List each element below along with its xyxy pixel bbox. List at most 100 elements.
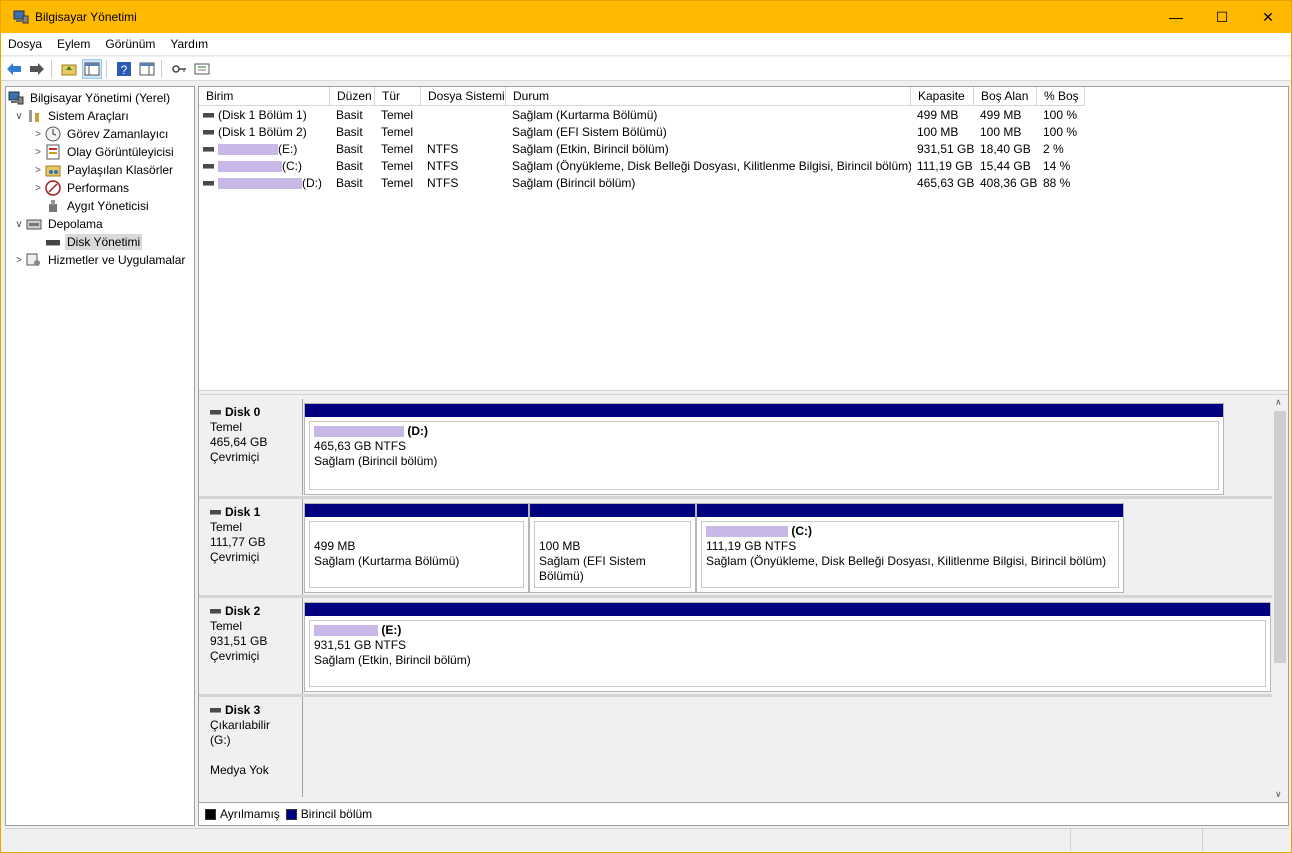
tree-label: Performans [67,181,130,195]
chevron-down-icon[interactable]: ∨ [12,111,26,122]
window-title: Bilgisayar Yönetimi [35,10,137,24]
tree-label: Görev Zamanlayıcı [67,127,169,141]
partition-recovery[interactable]: 499 MB Sağlam (Kurtarma Bölümü) [304,503,529,593]
column-header-free-space[interactable]: Boş Alan [974,87,1037,105]
shared-folder-icon [45,162,61,178]
chevron-right-icon[interactable]: > [31,165,45,176]
primary-partition-bar [305,404,1223,417]
menu-gorunum[interactable]: Görünüm [98,37,163,51]
column-header-filesystem[interactable]: Dosya Sistemi [421,87,506,105]
disk-0-label[interactable]: Disk 0 Temel 465,64 GB Çevrimiçi [200,399,303,495]
tree-item-task-scheduler[interactable]: > Görev Zamanlayıcı [31,125,170,143]
forward-button[interactable] [27,59,47,79]
column-header-layout[interactable]: Düzen [330,87,375,105]
up-level-button[interactable] [59,59,79,79]
help-icon: ? [117,61,131,77]
event-viewer-icon [45,144,61,160]
folder-up-icon [61,64,77,75]
drive-icon [203,147,214,153]
arrow-left-icon [7,62,21,75]
tree-label: Hizmetler ve Uygulamalar [48,253,186,267]
column-header-status[interactable]: Durum [506,87,911,105]
table-row[interactable]: (Disk 1 Bölüm 2) Basit Temel Sağlam (EFI… [199,124,1085,141]
connect-button[interactable] [169,59,189,79]
disk-1-label[interactable]: Disk 1 Temel 111,77 GB Çevrimiçi [200,499,303,595]
toolbar-separator [51,59,52,78]
redacted-label [218,178,302,190]
table-row[interactable]: (C:) Basit Temel NTFS Sağlam (Önyükleme,… [199,158,1085,175]
table-row[interactable]: (Disk 1 Bölüm 1) Basit Temel Sağlam (Kur… [199,107,1085,124]
tree-item-shared-folders[interactable]: > Paylaşılan Klasörler [31,161,175,179]
primary-partition-bar [305,603,1270,616]
tree-item-disk-management[interactable]: Disk Yönetimi [31,233,143,251]
partition-e[interactable]: (E:) 931,51 GB NTFS Sağlam (Etkin, Birin… [304,602,1271,692]
column-header-volume[interactable]: Birim [199,87,330,105]
disk-icon [210,510,221,515]
console-tree-icon [84,62,100,75]
redacted-label [314,426,404,438]
performance-icon [45,180,61,196]
partition-c[interactable]: (C:) 111,19 GB NTFS Sağlam (Önyükleme, D… [696,503,1124,593]
chevron-right-icon[interactable]: > [12,255,26,266]
arrow-right-icon [30,62,44,75]
tree-item-services-apps[interactable]: > Hizmetler ve Uygulamalar [12,251,187,269]
close-button[interactable]: ✕ [1245,1,1291,33]
scroll-up-icon[interactable]: ∧ [1275,397,1282,408]
tree-item-computer-management[interactable]: Bilgisayar Yönetimi (Yerel) [8,89,172,107]
chevron-right-icon[interactable]: > [31,147,45,158]
scroll-thumb[interactable] [1274,411,1286,663]
menu-yardim[interactable]: Yardım [163,37,216,51]
column-header-capacity[interactable]: Kapasite [911,87,974,105]
tree-label: Disk Yönetimi [65,234,143,250]
legend-primary: Birincil bölüm [300,807,373,821]
toolbar-separator [106,59,107,78]
drive-icon [203,130,214,136]
disk-2-label[interactable]: Disk 2 Temel 931,51 GB Çevrimiçi [200,598,303,694]
disk-graph-view: Disk 0 Temel 465,64 GB Çevrimiçi (D:) 46… [199,395,1272,802]
panel-icon [139,62,155,75]
partition-d[interactable]: (D:) 465,63 GB NTFS Sağlam (Birincil böl… [304,403,1224,495]
chevron-right-icon[interactable]: > [31,183,45,194]
svg-text:?: ? [121,63,128,77]
tree-item-storage[interactable]: ∨ Depolama [12,215,105,233]
menu-bar: Dosya Eylem Görünüm Yardım [1,33,1291,56]
minimize-button[interactable]: — [1153,1,1199,33]
properties-button[interactable] [192,59,212,79]
column-header-type[interactable]: Tür [375,87,421,105]
disk-3-label[interactable]: Disk 3 Çıkarılabilir (G:) Medya Yok [200,697,303,797]
vertical-scrollbar[interactable]: ∧ ∨ [1272,395,1288,802]
tree-item-device-manager[interactable]: Aygıt Yöneticisi [31,197,151,215]
tree-label: Aygıt Yöneticisi [67,199,149,213]
menu-dosya[interactable]: Dosya [1,37,50,51]
key-icon [172,64,186,73]
action-pane-button[interactable] [137,59,157,79]
partition-efi[interactable]: 100 MB Sağlam (EFI Sistem Bölümü) [529,503,696,593]
maximize-button[interactable]: ☐ [1199,1,1245,33]
table-row[interactable]: (E:) Basit Temel NTFS Sağlam (Etkin, Bir… [199,141,1085,158]
title-bar[interactable]: Bilgisayar Yönetimi — ☐ ✕ [1,1,1291,33]
chevron-right-icon[interactable]: > [31,129,45,140]
disk-management-pane: Birim Düzen Tür Dosya Sistemi Durum Kapa… [198,86,1289,826]
disk-icon [210,410,221,415]
table-row[interactable]: (D:) Basit Temel NTFS Sağlam (Birincil b… [199,175,1085,192]
tree-item-system-tools[interactable]: ∨ Sistem Araçları [12,107,131,125]
window: Bilgisayar Yönetimi — ☐ ✕ Dosya Eylem Gö… [0,0,1292,853]
services-icon [26,252,42,268]
menu-eylem[interactable]: Eylem [50,37,98,51]
disk-separator [199,595,1272,598]
tree-item-performance[interactable]: > Performans [31,179,131,197]
help-button[interactable]: ? [114,59,134,79]
tree-label: Olay Görüntüleyicisi [67,145,174,159]
back-button[interactable] [4,59,24,79]
primary-partition-bar [697,504,1123,517]
chevron-down-icon[interactable]: ∨ [12,219,26,230]
unallocated-swatch [205,808,216,820]
primary-swatch [285,808,297,820]
tree-item-event-viewer[interactable]: > Olay Görüntüleyicisi [31,143,176,161]
tree-label: Sistem Araçları [48,109,129,123]
clock-icon [45,126,61,142]
status-bar [5,828,1289,851]
column-header-percent-free[interactable]: % Boş [1037,87,1085,105]
show-hide-tree-button[interactable] [82,58,102,79]
scroll-down-icon[interactable]: ∨ [1275,789,1282,800]
